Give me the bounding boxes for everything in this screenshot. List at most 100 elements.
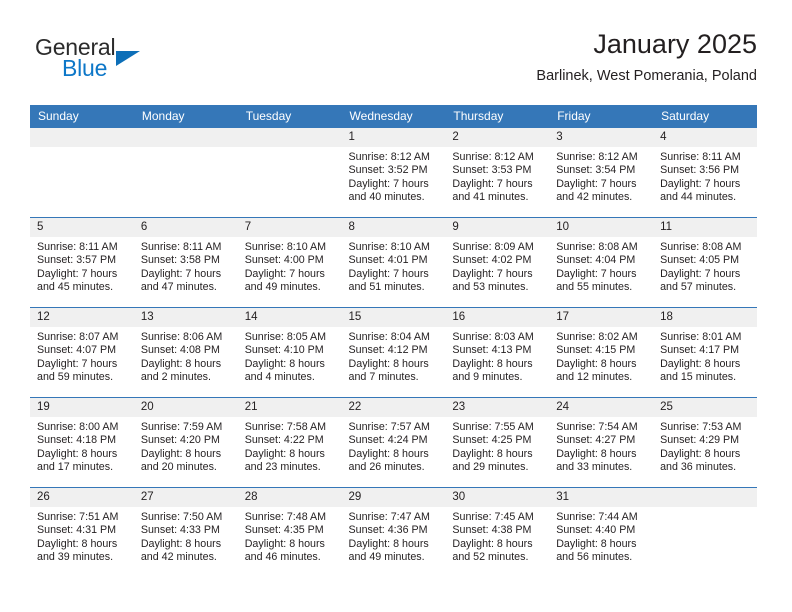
day-cell[interactable]: 6 Sunrise: 8:11 AM Sunset: 3:58 PM Dayli…	[133, 217, 238, 308]
daylight-text-line2: and 15 minutes.	[660, 371, 737, 384]
sunrise-text: Sunrise: 8:02 AM	[556, 331, 638, 343]
day-cell[interactable]: 28 Sunrise: 7:48 AM Sunset: 4:35 PM Dayl…	[237, 487, 342, 577]
day-cell[interactable]	[30, 128, 134, 218]
day-cell[interactable]: 20 Sunrise: 7:59 AM Sunset: 4:20 PM Dayl…	[133, 397, 238, 488]
sunset-text: Sunset: 4:01 PM	[348, 254, 428, 267]
daylight-text-line2: and 40 minutes.	[348, 191, 425, 204]
day-number: 8	[341, 218, 446, 237]
calendar-page: General Blue January 2025 Barlinek, West…	[0, 0, 792, 612]
day-number: 5	[30, 218, 134, 237]
day-cell[interactable]: 10 Sunrise: 8:08 AM Sunset: 4:04 PM Dayl…	[549, 217, 654, 308]
day-cell[interactable]: 4 Sunrise: 8:11 AM Sunset: 3:56 PM Dayli…	[653, 128, 757, 218]
sunset-text: Sunset: 4:07 PM	[37, 344, 117, 357]
daylight-text-line1: Daylight: 8 hours	[140, 447, 222, 460]
sunset-text: Sunset: 4:27 PM	[556, 434, 636, 447]
day-cell[interactable]: 19 Sunrise: 8:00 AM Sunset: 4:18 PM Dayl…	[30, 397, 134, 488]
daylight-text-line2: and 49 minutes.	[348, 551, 425, 564]
day-cell[interactable]: 31 Sunrise: 7:44 AM Sunset: 4:40 PM Dayl…	[549, 487, 654, 577]
daylight-text-line1: Daylight: 8 hours	[140, 537, 222, 550]
calendar-week-row: 12 Sunrise: 8:07 AM Sunset: 4:07 PM Dayl…	[30, 307, 757, 398]
daylight-text-line2: and 2 minutes.	[140, 371, 211, 384]
day-cell[interactable]: 26 Sunrise: 7:51 AM Sunset: 4:31 PM Dayl…	[30, 487, 134, 577]
daylight-text-line1: Daylight: 8 hours	[244, 537, 325, 550]
day-cell[interactable]: 5 Sunrise: 8:11 AM Sunset: 3:57 PM Dayli…	[30, 217, 134, 308]
day-cell[interactable]: 12 Sunrise: 8:07 AM Sunset: 4:07 PM Dayl…	[30, 307, 134, 398]
day-number: 26	[30, 488, 134, 507]
daylight-text-line1: Daylight: 8 hours	[244, 447, 325, 460]
page-header: General Blue January 2025 Barlinek, West…	[0, 0, 792, 100]
day-cell[interactable]: 3 Sunrise: 8:12 AM Sunset: 3:54 PM Dayli…	[549, 128, 654, 218]
day-details: Sunrise: 8:08 AM Sunset: 4:04 PM Dayligh…	[549, 237, 653, 295]
day-details: Sunrise: 8:06 AM Sunset: 4:08 PM Dayligh…	[134, 327, 238, 385]
day-number: 27	[133, 488, 238, 507]
daylight-text-line1: Daylight: 7 hours	[452, 177, 533, 190]
daylight-text-line1: Daylight: 8 hours	[37, 537, 118, 550]
day-number: 24	[549, 398, 654, 417]
daylight-text-line2: and 45 minutes.	[37, 281, 114, 294]
day-cell[interactable]: 7 Sunrise: 8:10 AM Sunset: 4:00 PM Dayli…	[237, 217, 342, 308]
day-cell[interactable]: 1 Sunrise: 8:12 AM Sunset: 3:52 PM Dayli…	[341, 128, 446, 218]
day-cell[interactable]: 15 Sunrise: 8:04 AM Sunset: 4:12 PM Dayl…	[341, 307, 446, 398]
day-cell[interactable]: 17 Sunrise: 8:02 AM Sunset: 4:15 PM Dayl…	[549, 307, 654, 398]
day-cell[interactable]: 11 Sunrise: 8:08 AM Sunset: 4:05 PM Dayl…	[653, 217, 757, 308]
weekday-header-thursday: Thursday	[445, 105, 550, 128]
day-details	[653, 507, 757, 511]
sunset-text: Sunset: 3:54 PM	[556, 164, 636, 177]
day-cell[interactable]: 21 Sunrise: 7:58 AM Sunset: 4:22 PM Dayl…	[237, 397, 342, 488]
daylight-text-line1: Daylight: 8 hours	[452, 357, 533, 370]
day-number: 2	[445, 128, 550, 147]
calendar-week-row: 5 Sunrise: 8:11 AM Sunset: 3:57 PM Dayli…	[30, 217, 757, 308]
sunrise-text: Sunrise: 7:57 AM	[348, 421, 430, 433]
day-cell[interactable]: 13 Sunrise: 8:06 AM Sunset: 4:08 PM Dayl…	[133, 307, 238, 398]
day-number: 20	[133, 398, 238, 417]
day-cell[interactable]: 8 Sunrise: 8:10 AM Sunset: 4:01 PM Dayli…	[341, 217, 446, 308]
daylight-text-line1: Daylight: 7 hours	[140, 267, 222, 280]
day-details: Sunrise: 7:50 AM Sunset: 4:33 PM Dayligh…	[134, 507, 238, 565]
sunrise-text: Sunrise: 7:48 AM	[244, 511, 327, 523]
day-details: Sunrise: 7:57 AM Sunset: 4:24 PM Dayligh…	[342, 417, 446, 475]
day-number: 14	[237, 308, 342, 327]
daylight-text-line1: Daylight: 7 hours	[37, 357, 118, 370]
day-cell[interactable]: 30 Sunrise: 7:45 AM Sunset: 4:38 PM Dayl…	[445, 487, 550, 577]
daylight-text-line1: Daylight: 8 hours	[452, 447, 533, 460]
daylight-text-line2: and 44 minutes.	[660, 191, 737, 204]
day-cell[interactable]: 29 Sunrise: 7:47 AM Sunset: 4:36 PM Dayl…	[341, 487, 446, 577]
day-cell[interactable]: 9 Sunrise: 8:09 AM Sunset: 4:02 PM Dayli…	[445, 217, 550, 308]
day-details: Sunrise: 7:51 AM Sunset: 4:31 PM Dayligh…	[30, 507, 134, 565]
sunset-text: Sunset: 4:04 PM	[556, 254, 636, 267]
day-cell[interactable]: 22 Sunrise: 7:57 AM Sunset: 4:24 PM Dayl…	[341, 397, 446, 488]
day-cell[interactable]: 23 Sunrise: 7:55 AM Sunset: 4:25 PM Dayl…	[445, 397, 550, 488]
day-cell[interactable]: 2 Sunrise: 8:12 AM Sunset: 3:53 PM Dayli…	[445, 128, 550, 218]
daylight-text-line1: Daylight: 8 hours	[556, 357, 637, 370]
day-cell[interactable]	[237, 128, 342, 218]
weekday-header-wednesday: Wednesday	[341, 105, 446, 128]
daylight-text-line1: Daylight: 8 hours	[556, 537, 637, 550]
sunset-text: Sunset: 4:08 PM	[140, 344, 220, 357]
sunset-text: Sunset: 4:38 PM	[452, 524, 532, 537]
day-cell[interactable]: 27 Sunrise: 7:50 AM Sunset: 4:33 PM Dayl…	[133, 487, 238, 577]
weekday-header-sunday: Sunday	[30, 105, 134, 128]
day-cell[interactable]: 14 Sunrise: 8:05 AM Sunset: 4:10 PM Dayl…	[237, 307, 342, 398]
day-cell[interactable]	[653, 487, 757, 577]
day-cell[interactable]: 18 Sunrise: 8:01 AM Sunset: 4:17 PM Dayl…	[653, 307, 757, 398]
day-details: Sunrise: 8:12 AM Sunset: 3:54 PM Dayligh…	[549, 147, 653, 205]
day-cell[interactable]: 25 Sunrise: 7:53 AM Sunset: 4:29 PM Dayl…	[653, 397, 757, 488]
sunrise-text: Sunrise: 8:10 AM	[244, 241, 327, 253]
sunrise-text: Sunrise: 8:10 AM	[348, 241, 430, 253]
sunset-text: Sunset: 4:12 PM	[348, 344, 428, 357]
daylight-text-line1: Daylight: 8 hours	[140, 357, 222, 370]
day-details: Sunrise: 7:58 AM Sunset: 4:22 PM Dayligh…	[238, 417, 342, 475]
day-number: 16	[445, 308, 550, 327]
day-cell[interactable]	[133, 128, 238, 218]
day-cell[interactable]: 24 Sunrise: 7:54 AM Sunset: 4:27 PM Dayl…	[549, 397, 654, 488]
daylight-text-line1: Daylight: 7 hours	[244, 267, 325, 280]
daylight-text-line1: Daylight: 7 hours	[348, 267, 429, 280]
day-details: Sunrise: 8:12 AM Sunset: 3:52 PM Dayligh…	[342, 147, 446, 205]
sunrise-text: Sunrise: 7:53 AM	[660, 421, 742, 433]
day-details	[30, 147, 134, 151]
day-cell[interactable]: 16 Sunrise: 8:03 AM Sunset: 4:13 PM Dayl…	[445, 307, 550, 398]
day-details: Sunrise: 8:11 AM Sunset: 3:57 PM Dayligh…	[30, 237, 134, 295]
calendar-week-row: 19 Sunrise: 8:00 AM Sunset: 4:18 PM Dayl…	[30, 397, 757, 488]
sunrise-text: Sunrise: 8:07 AM	[37, 331, 119, 343]
sunset-text: Sunset: 4:31 PM	[37, 524, 117, 537]
